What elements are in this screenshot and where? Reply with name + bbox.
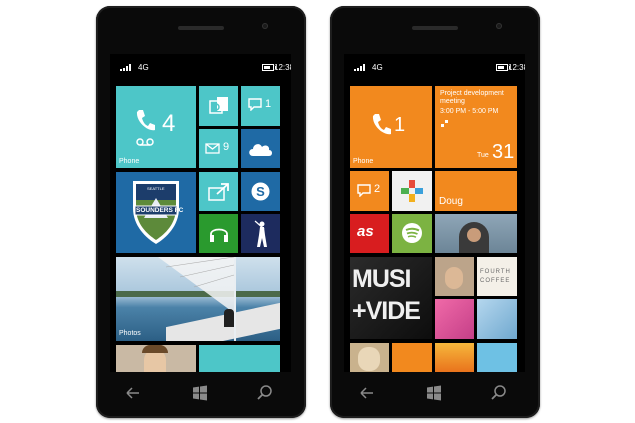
outlook-icon [209,97,228,114]
share-icon [208,183,229,201]
lastfm-tile[interactable]: as [350,214,389,253]
accent-tile[interactable] [199,345,280,372]
windows-start-icon[interactable] [191,384,209,402]
pink-photo-tile[interactable] [435,299,474,339]
skype-tile[interactable]: S [241,172,280,211]
photos-tile-label: Photos [119,330,141,337]
missed-call-count: 4 [162,110,176,137]
phone-tile[interactable]: 1 Phone [350,86,432,168]
email-tile[interactable]: 9 [199,129,238,168]
back-arrow-icon[interactable] [124,384,142,402]
phone-left: 4G 12:38 4 Phone [96,6,306,418]
calendar-date: 31 [492,141,515,163]
sailor-figure [224,309,234,327]
messaging-tile[interactable]: 2 [350,171,389,211]
sounders-text-main: SOUNDERS FC [136,207,184,214]
email-icon [205,143,220,154]
message-icon [357,184,371,197]
skype-icon: S [251,182,270,201]
voicemail-icon [136,138,154,146]
signal-icon [354,64,366,71]
contact-name: Doug [439,196,463,207]
calendar-event-title: Project development meeting [440,90,504,105]
status-bar: 4G 12:38 [344,54,525,80]
network-type: 4G [138,63,149,72]
message-icon [248,98,262,111]
hardware-nav-bar [344,378,525,408]
blue-photo-tile[interactable] [477,299,517,339]
phone-tile[interactable]: 4 Phone [116,86,196,168]
earpiece-speaker [178,26,224,30]
front-camera [496,23,502,29]
calendar-day: Tue [477,152,489,159]
phone-right: 4G 12:38 1 Phone Project development mee… [330,6,540,418]
coffee-line1: FOURTH [480,269,511,275]
hardware-nav-bar [110,378,291,408]
svg-text:S: S [256,184,265,199]
sail-graphic [158,257,235,313]
share-tile[interactable] [199,172,238,211]
battery-icon [262,64,276,71]
email-count: 9 [223,141,230,153]
game-tile-2[interactable] [477,343,517,372]
start-screen-left: 4G 12:38 4 Phone [110,54,291,372]
family-photo-tile[interactable] [435,257,474,296]
music-tile-line2: +VIDE [352,297,421,325]
dog-photo-tile[interactable] [350,343,389,372]
spotify-tile[interactable] [392,214,432,253]
search-icon[interactable] [256,384,274,402]
start-screen-right: 4G 12:38 1 Phone Project development mee… [344,54,525,372]
pinwheel-icon [401,180,423,202]
people-photo-tile[interactable] [435,214,517,253]
clock: 12:38 [274,63,291,72]
network-type: 4G [372,63,383,72]
message-count: 2 [374,183,381,195]
skydrive-tile[interactable] [241,129,280,168]
accent-tile[interactable] [392,343,432,372]
photos-tile[interactable]: Photos [116,257,280,341]
phone-tile-label: Phone [353,158,374,165]
calendar-event-time: 3:00 PM - 5:00 PM [440,108,499,115]
outlook-tile[interactable] [199,86,238,126]
music-videos-tile[interactable]: MUSI +VIDE [350,257,432,339]
calendar-tile[interactable]: Project development meeting 3:00 PM - 5:… [435,86,517,168]
golfer-icon [254,220,267,247]
headphones-icon [210,228,228,242]
search-icon[interactable] [490,384,508,402]
coffee-tile[interactable]: FOURTH COFFEE [477,257,517,296]
app-pinwheel-tile[interactable] [392,171,432,211]
sounders-tile[interactable]: SEATTLE SOUNDERS FC [116,172,196,253]
earpiece-speaker [412,26,458,30]
spotify-icon [402,223,422,243]
missed-call-count: 1 [394,114,406,136]
cloud-icon [249,144,272,156]
front-camera [262,23,268,29]
phone-icon [136,110,155,131]
windows-start-icon[interactable] [425,384,443,402]
phone-tile-label: Phone [119,158,140,165]
battery-icon [496,64,510,71]
coffee-line2: COFFEE [480,278,511,284]
message-count: 1 [265,98,272,110]
clock: 12:38 [508,63,525,72]
status-bar: 4G 12:38 [110,54,291,80]
golf-game-tile[interactable] [241,214,280,253]
back-arrow-icon[interactable] [358,384,376,402]
game-tile[interactable] [435,343,474,372]
people-photo-tile[interactable] [116,345,196,372]
messaging-tile[interactable]: 1 [241,86,280,126]
music-tile[interactable] [199,214,238,253]
phone-icon [372,114,391,135]
music-tile-line1: MUSI [352,265,411,293]
signal-icon [120,64,132,71]
lastfm-icon: as [357,223,374,240]
contact-tile-doug[interactable]: Doug [435,171,517,211]
sounders-text-top: SEATTLE [147,186,165,191]
calendar-mark-icon [441,120,448,127]
